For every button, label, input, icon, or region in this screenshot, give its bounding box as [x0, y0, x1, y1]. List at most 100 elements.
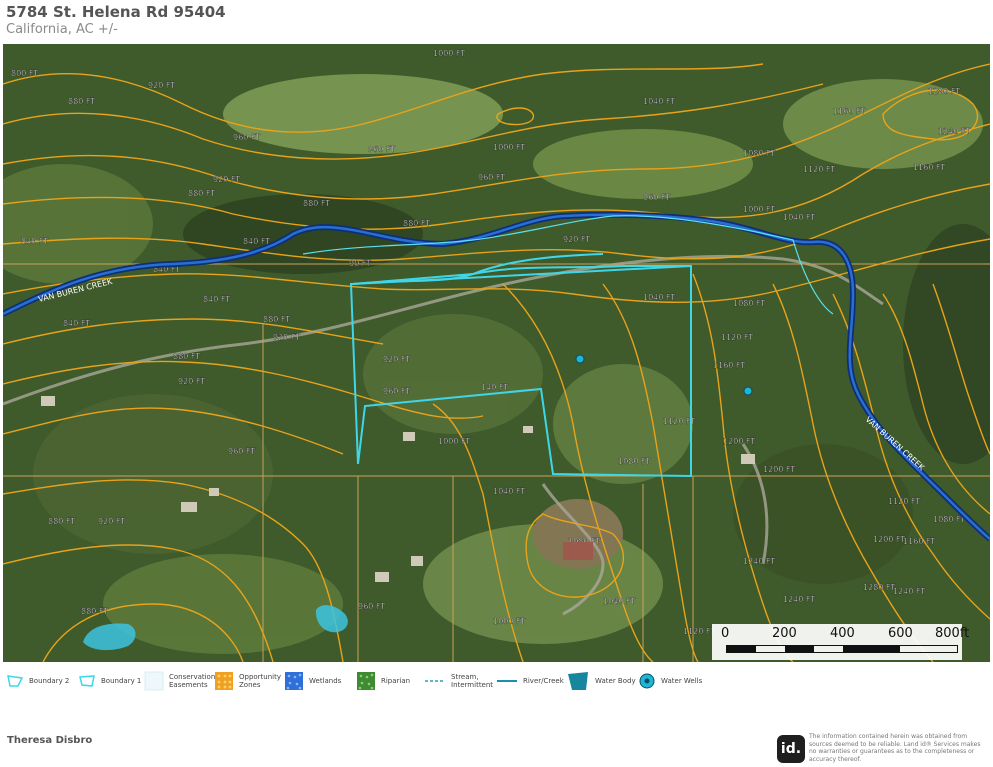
agent-name: Theresa Disbro: [7, 735, 93, 746]
page-subtitle: California, AC +/-: [6, 22, 118, 37]
contour-label: 960 FT: [368, 145, 395, 154]
scale-tick: 400: [830, 626, 855, 641]
contour-label: 1000 FT: [433, 49, 465, 58]
contour-label: 880 FT: [81, 607, 108, 616]
conservation-easements-icon: [144, 671, 164, 691]
legend-item: Boundary 1: [78, 666, 141, 696]
disclaimer-text: The information contained herein was obt…: [809, 733, 981, 763]
legend-label: Boundary 2: [29, 677, 70, 685]
contour-label: 920 FT: [213, 175, 240, 184]
legend-item: Water Body: [566, 666, 636, 696]
contour-label: 960 FT: [358, 602, 385, 611]
contour-label: 880 FT: [188, 189, 215, 198]
contour-label: 1080 FT: [733, 299, 765, 308]
legend-item: Riparian: [356, 666, 410, 696]
legend-item: Conservation Easements: [144, 666, 216, 696]
contour-label: 880 FT: [303, 199, 330, 208]
contour-label: 1120 FT: [721, 333, 753, 342]
legend-item: Stream, Intermittent: [424, 666, 495, 696]
water-body-icon: [568, 672, 588, 690]
contour-label: 880 FT: [173, 352, 200, 361]
contour-label: 1000 FT: [743, 205, 775, 214]
scale-tick: 0: [721, 626, 730, 641]
scale-bar-graphic: [726, 645, 958, 653]
legend-label: Water Body: [595, 677, 636, 685]
contour-label: 800 FT: [11, 69, 38, 78]
contour-label: 1000 FT: [438, 437, 470, 446]
legend-item: River/Creek: [496, 666, 564, 696]
contour-label: 880 FT: [48, 517, 75, 526]
contour-label: 1040 FT: [603, 597, 635, 606]
boundary-2-icon: [7, 675, 24, 687]
contour-label: 1160 FT: [913, 163, 945, 172]
water-well-marker: [575, 354, 585, 364]
contour-label: 960 FT: [643, 193, 670, 202]
legend-label: Water Wells: [661, 677, 703, 685]
scale-tick: 800ft: [935, 626, 970, 641]
contour-label: 1200 FT: [763, 465, 795, 474]
header: 5784 St. Helena Rd 95404 California, AC …: [0, 0, 993, 44]
stream-intermittent-icon: [425, 680, 445, 682]
contour-label: 920 FT: [98, 517, 125, 526]
legend-label: Boundary 1: [101, 677, 142, 685]
contour-label: 960 FT: [383, 387, 410, 396]
legend-label: Stream, Intermittent: [451, 673, 494, 689]
contour-label: 840 FT: [63, 319, 90, 328]
contour-label: 1000 FT: [493, 617, 525, 626]
contour-label: 1240 FT: [938, 127, 970, 136]
contour-label: 1040 FT: [643, 97, 675, 106]
contour-label: 1080 FT: [618, 457, 650, 466]
contour-label: 1000 FT: [493, 143, 525, 152]
contour-label: 920 FT: [383, 355, 410, 364]
legend-item: Boundary 2: [6, 666, 69, 696]
legend-label: Conservation Easements: [169, 673, 216, 689]
page-title: 5784 St. Helena Rd 95404: [6, 3, 226, 21]
contour-label: 1280 FT: [863, 583, 895, 592]
contour-label: 90 FT: [349, 259, 371, 268]
contour-label: 920 FT: [148, 81, 175, 90]
contour-label: 1160 FT: [713, 361, 745, 370]
contour-label: 1120 FT: [803, 165, 835, 174]
contour-label: 1160 FT: [903, 537, 935, 546]
contour-label: 1200 FT: [723, 437, 755, 446]
contour-label: 920 FT: [178, 377, 205, 386]
contour-label: 840 FT: [21, 237, 48, 246]
contour-label: 880 FT: [263, 315, 290, 324]
scale-tick: 200: [772, 626, 797, 641]
contour-label: 1120 FT: [683, 627, 715, 636]
contour-label: 960 FT: [478, 173, 505, 182]
contour-label: 140 FT: [481, 383, 508, 392]
contour-label: 1240 FT: [743, 557, 775, 566]
contour-label: 1240 FT: [783, 595, 815, 604]
water-wells-icon: [639, 673, 655, 689]
contour-label: 1040 FT: [493, 487, 525, 496]
contour-label: 1280 FT: [928, 87, 960, 96]
contour-label: 920 FT: [273, 333, 300, 342]
contour-label: 1200 FT: [873, 535, 905, 544]
contour-label: 960 FT: [228, 447, 255, 456]
scale-bar: 0 200 400 600 800ft: [712, 624, 969, 660]
map-canvas: 800 FT 840 FT 840 FT 840 FT 840 FT 840 F…: [3, 44, 990, 662]
legend: Boundary 2 Boundary 1 Conservation Easem…: [0, 666, 993, 700]
scale-tick: 600: [888, 626, 913, 641]
legend-label: Opportunity Zones: [239, 673, 282, 689]
wetlands-icon: [285, 672, 303, 690]
contour-label: 960 FT: [233, 133, 260, 142]
legend-label: River/Creek: [523, 677, 564, 685]
legend-label: Riparian: [381, 677, 411, 685]
riparian-icon: [357, 672, 375, 690]
river-creek-icon: [497, 680, 517, 682]
legend-item: Opportunity Zones: [214, 666, 283, 696]
legend-item: Wetlands: [284, 666, 341, 696]
contour-label: 880 FT: [403, 219, 430, 228]
contour-label: 920 FT: [563, 235, 590, 244]
contour-label: 1080 FT: [933, 515, 965, 524]
contour-label: 880 FT: [68, 97, 95, 106]
contour-label: 1240 FT: [893, 587, 925, 596]
land-id-logo: id.: [777, 735, 805, 763]
satellite-map[interactable]: 800 FT 840 FT 840 FT 840 FT 840 FT 840 F…: [3, 44, 990, 662]
opportunity-zones-icon: [215, 672, 233, 690]
contour-label: 840 FT: [203, 295, 230, 304]
contour-label: 1080 FT: [743, 149, 775, 158]
water-well-marker: [743, 386, 753, 396]
